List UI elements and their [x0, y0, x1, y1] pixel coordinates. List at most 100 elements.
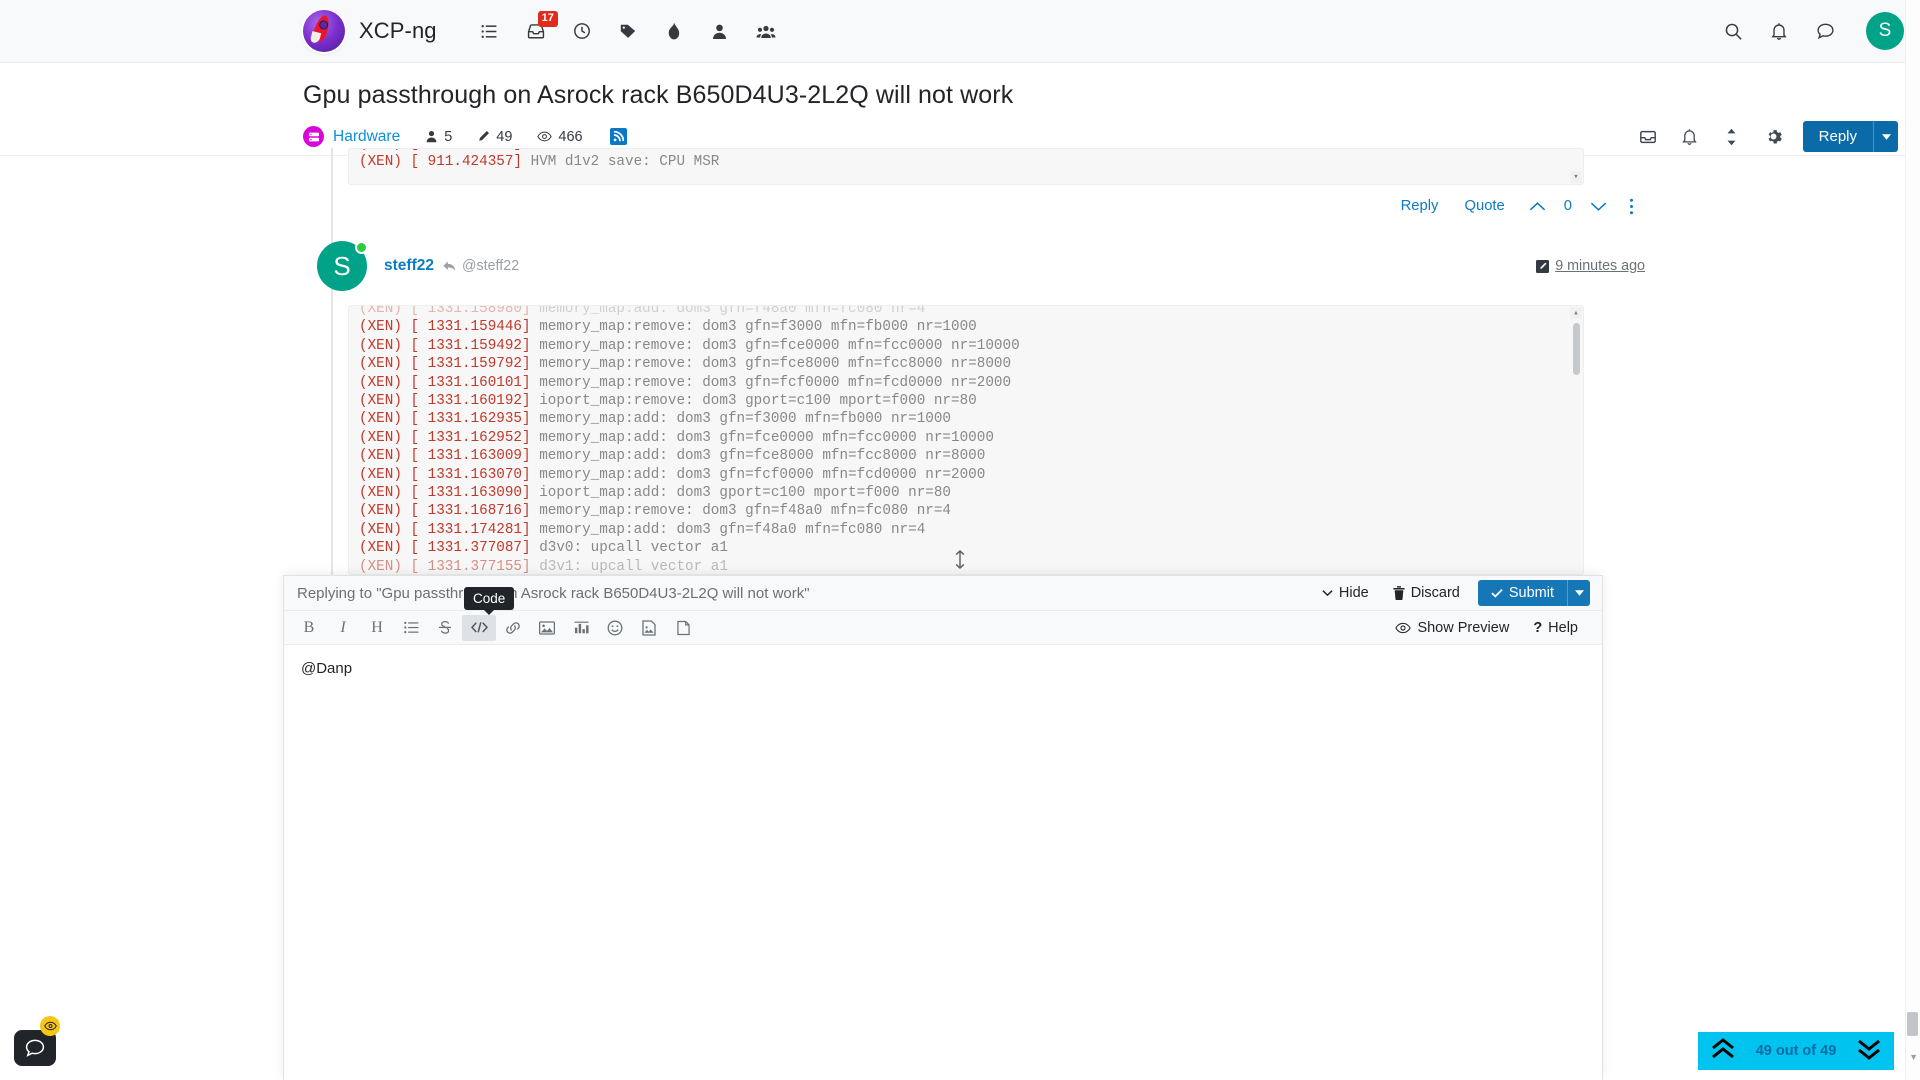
- composer-replying-to: Replying to "Gpu passthrough on Asrock r…: [297, 584, 810, 602]
- rocket-logo-icon[interactable]: [303, 10, 345, 52]
- post-quote-button[interactable]: Quote: [1451, 198, 1517, 214]
- topic-header: Gpu passthrough on Asrock rack B650D4U3-…: [0, 63, 1920, 156]
- unread-badge: 17: [537, 11, 558, 27]
- composer-resize-handle[interactable]: [0, 548, 1920, 570]
- code-content: (XEN) [ 1331.158980] memory_map:add: dom…: [349, 305, 1583, 574]
- vote-count: 0: [1563, 198, 1572, 214]
- code-scroll-down-arrow[interactable]: ▾: [1570, 171, 1582, 183]
- reply-textarea[interactable]: @Danp: [284, 645, 1602, 1080]
- posts-stat: 49: [477, 129, 512, 145]
- categories-icon[interactable]: [467, 9, 513, 53]
- question-mark-icon: ?: [1533, 619, 1543, 636]
- toolbar-right-actions: Show Preview ? Help: [1383, 620, 1602, 636]
- double-chevron-up-icon[interactable]: [1710, 1038, 1736, 1064]
- page-root: XCP-ng 17 S Gpu passthrough on Asrock ra…: [0, 0, 1920, 1080]
- post-timestamp: 9 minutes ago: [1536, 258, 1645, 274]
- code-line: (XEN) [ 1331.159492] memory_map:remove: …: [359, 337, 1020, 354]
- chat-icon[interactable]: [1802, 9, 1848, 53]
- pagination-label: 49 out of 49: [1755, 1043, 1837, 1059]
- show-preview-button[interactable]: Show Preview: [1383, 620, 1521, 636]
- code-line: (XEN) [ 911.424357] HVM d1v2 save: CPU M…: [359, 154, 720, 171]
- post-header: S steff22 @steff22 9 minutes ago: [303, 227, 1920, 291]
- code-scroll-up-arrow[interactable]: ▴: [1570, 307, 1582, 319]
- chevron-down-icon[interactable]: [1579, 201, 1618, 212]
- double-chevron-down-icon[interactable]: [1856, 1038, 1882, 1064]
- heading-button[interactable]: H: [360, 615, 394, 641]
- list-button[interactable]: [394, 615, 428, 641]
- page-scroll-down-arrow[interactable]: ▼: [1909, 1052, 1918, 1062]
- discard-button-label: Discard: [1410, 585, 1460, 601]
- code-scrollbar[interactable]: ▴: [1570, 307, 1582, 573]
- avatar[interactable]: S: [317, 241, 368, 291]
- hide-button-label: Hide: [1338, 585, 1369, 601]
- upload-image-button[interactable]: [632, 615, 666, 641]
- navbar-right: S: [1710, 9, 1920, 53]
- post-pagination-widget[interactable]: 49 out of 49: [1698, 1032, 1894, 1070]
- server-category-icon: [303, 126, 324, 147]
- upload-file-button[interactable]: [666, 615, 700, 641]
- post-reply-button[interactable]: Reply: [1388, 198, 1452, 214]
- category-link[interactable]: Hardware: [333, 128, 400, 146]
- code-line: (XEN) [ 1331.159446] memory_map:remove: …: [359, 319, 977, 336]
- image-button[interactable]: [530, 615, 564, 641]
- hide-button[interactable]: Hide: [1310, 585, 1381, 601]
- code-line: (XEN) [ 1331.174281] memory_map:add: dom…: [359, 521, 926, 538]
- italic-button[interactable]: I: [326, 615, 360, 641]
- code-button-tooltip: Code: [464, 587, 515, 615]
- recent-icon[interactable]: [559, 9, 605, 53]
- brand-name[interactable]: XCP-ng: [359, 18, 437, 44]
- chevron-up-icon[interactable]: [1518, 201, 1557, 212]
- post-time-link[interactable]: 9 minutes ago: [1555, 258, 1645, 274]
- navbar-left: XCP-ng 17: [0, 9, 789, 53]
- strikethrough-button[interactable]: [428, 615, 462, 641]
- unread-icon[interactable]: 17: [513, 9, 559, 53]
- post-author[interactable]: steff22: [384, 257, 434, 275]
- code-line: (XEN) [ 1331.163070] memory_map:add: dom…: [359, 466, 986, 483]
- code-scrollbar[interactable]: ▾: [1570, 150, 1582, 183]
- code-line: (XEN) [ 1331.158980] memory_map:add: dom…: [359, 305, 926, 317]
- reply-composer: Replying to "Gpu passthrough on Asrock r…: [283, 575, 1603, 1080]
- submit-button[interactable]: Submit: [1477, 580, 1590, 606]
- notifications-icon[interactable]: [1756, 9, 1802, 53]
- page-title: Gpu passthrough on Asrock rack B650D4U3-…: [303, 81, 1014, 109]
- user-icon: [426, 130, 437, 143]
- code-scroll-thumb[interactable]: [1573, 323, 1580, 375]
- link-button[interactable]: [496, 615, 530, 641]
- code-button[interactable]: [462, 614, 496, 641]
- online-status-dot: [355, 241, 368, 254]
- tags-icon[interactable]: [605, 9, 651, 53]
- code-line: (XEN) [ 1331.163090] ioport_map:add: dom…: [359, 485, 952, 502]
- ellipsis-vertical-icon[interactable]: [1618, 198, 1645, 215]
- top-navbar: XCP-ng 17 S: [0, 0, 1920, 63]
- code-line: (XEN) [ 1331.162935] memory_map:add: dom…: [359, 411, 952, 428]
- rss-icon[interactable]: [609, 128, 627, 145]
- eye-icon[interactable]: [40, 1016, 60, 1036]
- eye-icon: [537, 131, 553, 142]
- code-line: (XEN) [ 1331.160101] memory_map:remove: …: [359, 374, 1012, 391]
- posts-count: 49: [496, 128, 513, 145]
- navbar-icons: 17: [467, 9, 789, 53]
- search-icon[interactable]: [1710, 9, 1756, 53]
- page-scrollbar[interactable]: ▼: [1905, 0, 1920, 1080]
- chevron-down-icon: [1322, 590, 1333, 597]
- code-block-previous[interactable]: (XEN) [ 911.421855] HVM d1v1 save: CPU_M…: [348, 148, 1584, 185]
- groups-icon[interactable]: [743, 9, 789, 53]
- help-button[interactable]: ? Help: [1521, 620, 1590, 636]
- popular-icon[interactable]: [651, 9, 697, 53]
- bold-button[interactable]: B: [292, 615, 326, 641]
- code-line: (XEN) [ 1331.163009] memory_map:add: dom…: [359, 448, 986, 465]
- eye-icon: [1395, 622, 1412, 633]
- avatar[interactable]: S: [1866, 12, 1904, 50]
- poll-button[interactable]: [564, 615, 598, 641]
- formatting-toolbar: B I H Show Preview ? Help: [284, 611, 1602, 645]
- users-icon[interactable]: [697, 9, 743, 53]
- page-scroll-thumb[interactable]: [1907, 1012, 1918, 1036]
- submit-dropdown-caret[interactable]: [1567, 580, 1590, 606]
- views-count: 466: [558, 128, 583, 145]
- composer-header-actions: Hide Discard Submit: [1310, 580, 1590, 606]
- emoji-button[interactable]: [598, 615, 632, 641]
- post-list: (XEN) [ 911.421855] HVM d1v1 save: CPU_M…: [0, 148, 1920, 578]
- code-block-steff22[interactable]: (XEN) [ 1331.158980] memory_map:add: dom…: [348, 305, 1584, 575]
- discard-button[interactable]: Discard: [1381, 585, 1472, 601]
- views-stat: 466: [537, 128, 583, 145]
